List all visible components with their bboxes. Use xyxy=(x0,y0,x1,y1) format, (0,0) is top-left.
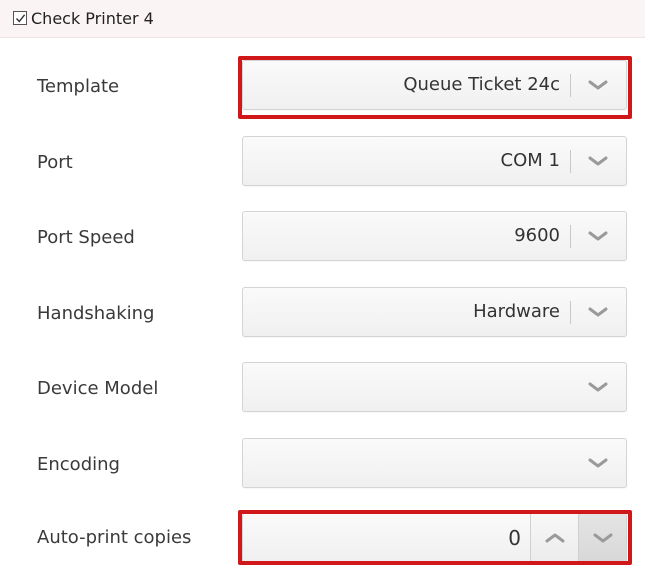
chevron-down-icon[interactable] xyxy=(587,380,609,394)
port-speed-select[interactable]: 9600 xyxy=(242,211,627,261)
enable-checkbox[interactable] xyxy=(13,11,27,25)
chevron-down-icon[interactable] xyxy=(587,456,609,470)
port-value: COM 1 xyxy=(500,150,560,171)
chevron-down-icon[interactable] xyxy=(587,229,609,243)
select-divider xyxy=(570,225,571,248)
chevron-down-icon xyxy=(593,533,613,543)
chevron-down-icon[interactable] xyxy=(587,78,609,92)
device-model-select[interactable] xyxy=(242,362,627,412)
handshaking-select[interactable]: Hardware xyxy=(242,287,627,337)
select-divider xyxy=(570,301,571,324)
port-select[interactable]: COM 1 xyxy=(242,136,627,186)
section-title: Check Printer 4 xyxy=(31,9,154,28)
encoding-select[interactable] xyxy=(242,438,627,488)
select-divider xyxy=(570,74,571,97)
auto-print-copies-label: Auto-print copies xyxy=(37,527,192,548)
chevron-down-icon[interactable] xyxy=(587,305,609,319)
port-label: Port xyxy=(37,152,73,173)
template-label: Template xyxy=(37,76,120,97)
chevron-up-icon xyxy=(545,533,565,543)
port-speed-value: 9600 xyxy=(514,225,560,246)
handshaking-label: Handshaking xyxy=(37,303,155,324)
auto-print-copies-spinbox[interactable]: 0 xyxy=(242,513,627,563)
checkmark-icon xyxy=(15,14,26,23)
increment-button[interactable] xyxy=(530,514,578,562)
copies-value[interactable]: 0 xyxy=(508,514,521,562)
template-value: Queue Ticket 24c xyxy=(403,74,560,95)
decrement-button[interactable] xyxy=(578,514,626,562)
printer-settings-panel: Check Printer 4 Template Queue Ticket 24… xyxy=(0,0,645,565)
chevron-down-icon[interactable] xyxy=(587,154,609,168)
encoding-label: Encoding xyxy=(37,454,120,475)
handshaking-value: Hardware xyxy=(473,301,560,322)
section-header: Check Printer 4 xyxy=(0,0,645,38)
device-model-label: Device Model xyxy=(37,378,159,399)
port-speed-label: Port Speed xyxy=(37,227,135,248)
select-divider xyxy=(570,150,571,173)
template-select[interactable]: Queue Ticket 24c xyxy=(242,60,627,110)
